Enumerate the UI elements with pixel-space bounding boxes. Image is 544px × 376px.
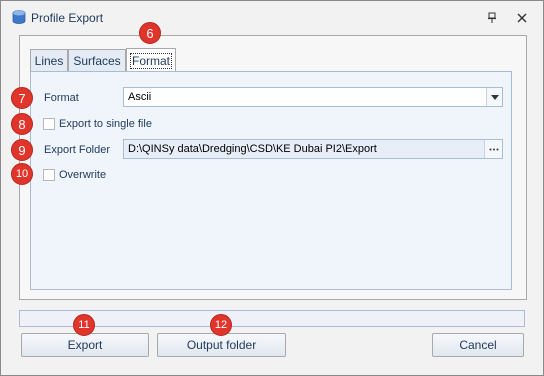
export-single-checkbox[interactable] <box>43 118 55 130</box>
cancel-button[interactable]: Cancel <box>432 333 524 357</box>
tab-surfaces[interactable]: Surfaces <box>68 49 126 72</box>
callout-badge: 9 <box>11 139 33 161</box>
chevron-down-icon[interactable] <box>486 88 502 106</box>
export-single-label[interactable]: Export to single file <box>59 118 152 130</box>
close-icon[interactable] <box>513 9 531 27</box>
format-label: Format <box>44 92 79 104</box>
tab-format[interactable]: Format <box>126 48 176 72</box>
window-title: Profile Export <box>31 11 104 25</box>
profile-export-window: Profile Export Lines Surfaces Format For… <box>0 0 544 376</box>
callout-badge: 11 <box>73 314 95 336</box>
tab-surfaces-label: Surfaces <box>73 54 121 68</box>
overwrite-checkbox[interactable] <box>43 169 55 181</box>
ellipsis-icon[interactable] <box>484 140 502 158</box>
callout-badge: 8 <box>11 113 33 135</box>
tab-format-label: Format <box>129 52 172 69</box>
database-icon <box>11 9 27 25</box>
title-bar: Profile Export <box>1 1 543 33</box>
pin-icon[interactable] <box>483 9 501 27</box>
format-combobox[interactable]: Ascii <box>123 87 503 107</box>
export-folder-value: D:\QINSy data\Dredging\CSD\KE Dubai PI2\… <box>128 143 377 155</box>
overwrite-label[interactable]: Overwrite <box>59 169 106 181</box>
export-folder-field[interactable]: D:\QINSy data\Dredging\CSD\KE Dubai PI2\… <box>123 139 503 159</box>
callout-badge: 10 <box>11 163 33 185</box>
callout-badge: 6 <box>139 22 161 44</box>
tab-lines-label: Lines <box>34 54 64 68</box>
output-folder-button[interactable]: Output folder <box>157 333 286 357</box>
export-folder-label: Export Folder <box>44 144 111 156</box>
callout-badge: 12 <box>210 314 232 336</box>
tab-lines[interactable]: Lines <box>30 49 68 72</box>
callout-badge: 7 <box>11 87 33 109</box>
format-value: Ascii <box>128 91 152 103</box>
export-button[interactable]: Export <box>21 333 149 357</box>
